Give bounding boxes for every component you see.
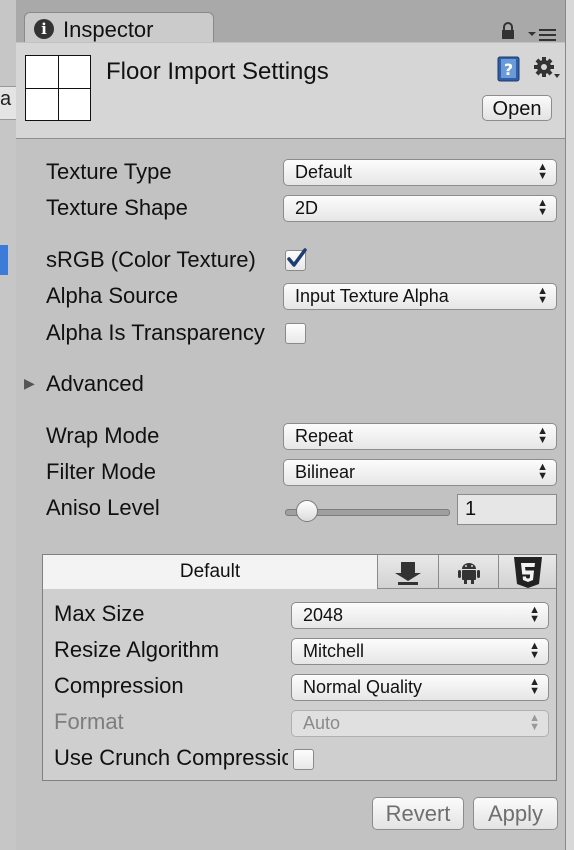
texture-shape-label: Texture Shape [46,195,188,220]
tab-platform-standalone[interactable] [378,555,439,589]
wrap-mode-value: Repeat [295,426,354,446]
format-dropdown: Auto ▲ ▼ [291,710,549,737]
left-panel-text-fragment: a [0,88,12,110]
dropdown-arrows-icon: ▲ ▼ [537,461,548,482]
texture-thumbnail [25,55,91,121]
aniso-level-slider-knob[interactable] [296,500,318,522]
texture-type-label: Texture Type [46,159,172,184]
right-panel-edge [565,0,574,850]
alpha-source-dropdown[interactable]: Input Texture Alpha ▲ ▼ [283,283,557,310]
apply-button[interactable]: Apply [473,797,558,830]
revert-button[interactable]: Revert [372,797,464,830]
dropdown-arrows-icon: ▲ ▼ [537,285,548,306]
tab-inspector[interactable]: i Inspector [24,12,214,45]
dropdown-arrows-icon: ▲ ▼ [529,640,540,661]
aniso-level-field[interactable]: 1 [457,494,557,525]
checkmark-icon [287,248,307,267]
texture-shape-value: 2D [295,198,319,218]
aniso-level-label: Aniso Level [46,495,160,520]
texture-shape-dropdown[interactable]: 2D ▲ ▼ [283,195,557,222]
resize-algorithm-value: Mitchell [303,641,365,661]
max-size-label: Max Size [54,601,145,626]
alpha-transparency-label: Alpha Is Transparency [46,320,265,345]
filter-mode-value: Bilinear [295,462,356,482]
help-book-icon[interactable]: ? [496,56,522,82]
android-icon [458,563,480,584]
resize-algorithm-dropdown[interactable]: Mitchell ▲ ▼ [291,638,549,665]
dropdown-arrows-icon: ▲ ▼ [537,425,548,446]
compression-label: Compression [54,673,184,698]
page-title: Floor Import Settings [106,58,329,85]
max-size-dropdown[interactable]: 2048 ▲ ▼ [291,602,549,629]
filter-mode-dropdown[interactable]: Bilinear ▲ ▼ [283,459,557,486]
crunch-compression-label: Use Crunch Compression [54,745,288,770]
platform-tabs: Default [43,555,556,589]
download-icon [395,562,421,585]
dropdown-arrows-icon: ▲ ▼ [537,161,548,182]
info-icon: i [34,19,54,39]
svg-text:?: ? [504,60,513,79]
alpha-transparency-checkbox[interactable] [285,323,306,344]
compression-dropdown[interactable]: Normal Quality ▲ ▼ [291,674,549,701]
max-size-value: 2048 [303,605,344,625]
wrap-mode-label: Wrap Mode [46,423,160,448]
format-value: Auto [303,713,341,733]
foldout-arrow-icon[interactable]: ▶ [24,375,35,392]
texture-type-dropdown[interactable]: Default ▲ ▼ [283,159,557,186]
alpha-source-label: Alpha Source [46,283,179,308]
dropdown-arrows-icon: ▲ ▼ [537,197,548,218]
left-panel-edge: a [0,0,16,850]
dropdown-arrows-icon: ▲ ▼ [529,712,540,733]
dropdown-arrows-icon: ▲ ▼ [529,604,540,625]
crunch-compression-checkbox[interactable] [293,749,314,770]
dropdown-arrows-icon: ▲ ▼ [529,676,540,697]
tab-platform-webgl[interactable] [499,555,556,589]
advanced-foldout[interactable]: Advanced [46,371,246,397]
resize-algorithm-label: Resize Algorithm [54,637,220,662]
wrap-mode-dropdown[interactable]: Repeat ▲ ▼ [283,423,557,450]
srgb-label: sRGB (Color Texture) [46,247,256,272]
gear-icon[interactable] [533,55,561,83]
texture-type-value: Default [295,162,353,182]
panel-menu-icon[interactable] [527,26,557,42]
lock-icon[interactable] [500,22,516,40]
tab-platform-android[interactable] [439,555,499,589]
srgb-checkbox[interactable] [285,248,307,271]
alpha-source-value: Input Texture Alpha [295,286,449,306]
open-button[interactable]: Open [482,95,552,121]
filter-mode-label: Filter Mode [46,459,157,484]
compression-value: Normal Quality [303,677,423,697]
format-label: Format [54,709,124,734]
tab-inspector-label: Inspector [63,17,154,42]
html5-icon [514,557,542,588]
left-panel-selection [0,245,8,275]
tab-platform-default[interactable]: Default [43,555,378,589]
